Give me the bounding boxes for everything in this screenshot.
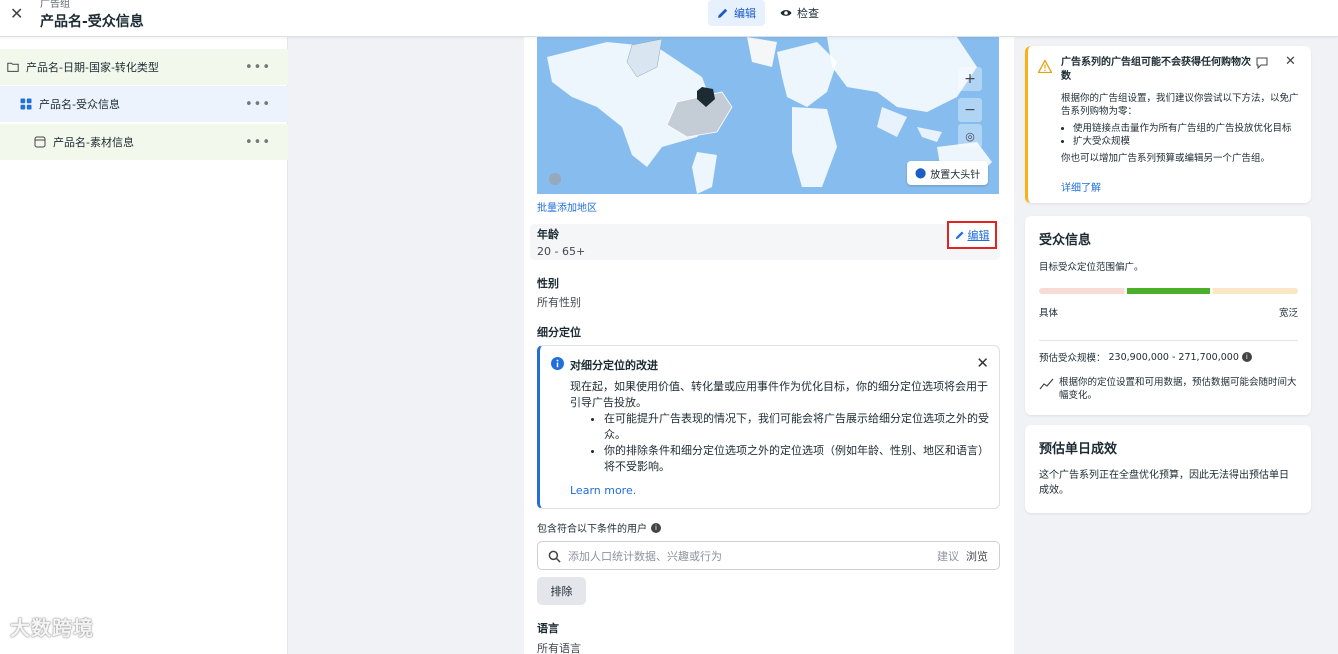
zoom-in-button[interactable]: +: [958, 67, 982, 91]
page-title: 产品名-受众信息: [40, 14, 144, 30]
targeting-search: 建议 浏览: [537, 541, 1000, 570]
notice-bullets: 在可能提升广告表现的情况下，我们可能会将广告展示给细分定位选项之外的受众。 你的…: [604, 411, 990, 475]
folder-icon: [7, 61, 19, 73]
notice-bullet: 在可能提升广告表现的情况下，我们可能会将广告展示给细分定位选项之外的受众。: [604, 411, 990, 443]
trend-icon: [1039, 378, 1054, 390]
purchase-warning-card: 广告系列的广告组可能不会获得任何购物次数 ✕ 根据你的广告组设置，我们建议你尝试…: [1025, 46, 1311, 203]
age-label: 年龄: [537, 228, 559, 241]
edit-age-label: 编辑: [967, 229, 990, 242]
divider: [1039, 340, 1298, 341]
daily-results-title: 预估单日成效: [1039, 442, 1118, 457]
targeting-notice: 对细分定位的改进 ✕ 现在起，如果使用价值、转化量或应用事件作为优化目标，你的细…: [537, 345, 1000, 509]
search-icon: [548, 550, 561, 563]
estimate-label: 预估受众规模：: [1039, 353, 1106, 364]
daily-results-body: 这个广告系列正在全盘优化预算，因此无法得出预估单日成效。: [1039, 470, 1289, 496]
info-icon: [549, 173, 561, 185]
more-options-icon[interactable]: •••: [245, 97, 271, 112]
notice-body: 现在起，如果使用价值、转化量或应用事件作为优化目标，你的细分定位选项将会用于引导…: [570, 379, 990, 475]
exclude-button[interactable]: 排除: [537, 577, 586, 605]
age-value: 20 - 65+: [537, 245, 586, 258]
meter-left-label: 具体: [1039, 308, 1059, 319]
warning-footer: 你也可以增加广告系列预算或编辑另一个广告组。: [1061, 153, 1271, 164]
warning-bullets: 使用链接点击量作为所有广告组的广告投放优化目标 扩大受众规模: [1073, 122, 1306, 148]
info-icon[interactable]: i: [651, 522, 661, 533]
notice-bullet: 你的排除条件和细分定位选项之外的定位选项（例如年龄、性别、地区和语言）将不受影响…: [604, 443, 990, 475]
warning-title: 广告系列的广告组可能不会获得任何购物次数: [1061, 57, 1251, 82]
watermark-text: 大数跨境: [10, 616, 94, 640]
include-users-text: 包含符合以下条件的用户: [537, 524, 647, 535]
more-options-icon[interactable]: •••: [245, 135, 271, 150]
zoom-out-button[interactable]: −: [958, 98, 982, 122]
audience-breadth-text: 目标受众定位范围偏广。: [1039, 262, 1144, 273]
warning-bullet: 使用链接点击量作为所有广告组的广告投放优化目标: [1073, 122, 1306, 135]
bulk-add-locations-link[interactable]: 批量添加地区: [537, 199, 597, 214]
close-icon[interactable]: ✕: [10, 4, 23, 23]
browse-link[interactable]: 浏览: [966, 548, 988, 564]
eye-icon: [780, 10, 792, 16]
estimate-note: 根据你的定位设置和可用数据，预估数据可能会随时间大幅变化。: [1059, 377, 1297, 401]
feedback-icon[interactable]: [1256, 57, 1268, 69]
ad-icon: [34, 136, 46, 148]
targeting-search-input[interactable]: [568, 547, 918, 565]
warning-bullet: 扩大受众规模: [1073, 135, 1306, 148]
age-row: [530, 224, 1000, 260]
watermark-logo: 大数跨境: [10, 612, 94, 641]
audience-breadth-meter: [1039, 288, 1298, 294]
warning-learn-more-link[interactable]: 详细了解: [1061, 179, 1101, 194]
info-icon[interactable]: i: [1241, 352, 1252, 362]
more-options-icon[interactable]: •••: [245, 60, 271, 75]
notice-intro: 现在起，如果使用价值、转化量或应用事件作为优化目标，你的细分定位选项将会用于引导…: [570, 380, 988, 409]
audience-definition-card: 受众信息 目标受众定位范围偏广。 具体 宽泛 预估受众规模： 230,900,0…: [1025, 216, 1311, 415]
info-icon: [551, 357, 564, 370]
pin-icon: ⬤: [915, 167, 927, 179]
drop-pin-button[interactable]: ⬤ 放置大头针: [907, 161, 989, 185]
breadcrumb: 广告组: [40, 0, 70, 10]
tree-item-adset[interactable]: 产品名-受众信息 •••: [0, 86, 288, 122]
gender-value: 所有性别: [537, 296, 581, 309]
notice-title: 对细分定位的改进: [570, 359, 658, 372]
pencil-icon: [955, 231, 963, 240]
daily-results-card: 预估单日成效 这个广告系列正在全盘优化预算，因此无法得出预估单日成效。: [1025, 425, 1311, 513]
pencil-icon: [718, 8, 728, 18]
estimated-audience-size: 预估受众规模： 230,900,000 - 271,700,000 i: [1039, 350, 1252, 364]
include-users-label: 包含符合以下条件的用户 i: [537, 520, 661, 535]
tab-edit-label: 编辑: [734, 7, 756, 20]
tab-review[interactable]: 检查: [771, 0, 828, 26]
warning-icon: [1038, 60, 1052, 73]
edit-age-button[interactable]: 编辑: [947, 221, 997, 249]
tab-edit[interactable]: 编辑: [708, 0, 765, 26]
mode-tabs: 编辑 检查: [708, 0, 828, 26]
tree-item-campaign[interactable]: 产品名-日期-国家-转化类型 •••: [0, 49, 288, 85]
detailed-targeting-label: 细分定位: [537, 326, 581, 339]
tree-item-label: 产品名-日期-国家-转化类型: [26, 61, 159, 74]
warning-body: 根据你的广告组设置，我们建议你尝试以下方法，以免广告系列购物为零： 使用链接点击…: [1061, 92, 1306, 165]
suggest-link[interactable]: 建议: [937, 548, 959, 564]
close-icon[interactable]: ✕: [1285, 54, 1296, 69]
close-icon[interactable]: ✕: [976, 354, 989, 372]
meter-right-label: 宽泛: [1278, 308, 1298, 319]
tab-review-label: 检查: [797, 7, 819, 20]
estimate-value: 230,900,000 - 271,700,000: [1108, 351, 1239, 363]
grid-icon: [20, 98, 32, 110]
language-value: 所有语言: [537, 642, 581, 654]
warning-intro: 根据你的广告组设置，我们建议你尝试以下方法，以免广告系列购物为零：: [1061, 93, 1299, 117]
top-bar: ✕ 广告组 产品名-受众信息 编辑 检查: [0, 0, 1338, 37]
audience-card-title: 受众信息: [1039, 233, 1092, 248]
tree-item-ad[interactable]: 产品名-素材信息 •••: [0, 124, 288, 160]
learn-more-link[interactable]: Learn more.: [570, 484, 636, 497]
drop-pin-label: 放置大头针: [930, 169, 981, 181]
language-label: 语言: [537, 622, 559, 635]
tree-item-label: 产品名-受众信息: [39, 98, 120, 111]
tree-item-label: 产品名-素材信息: [53, 136, 134, 149]
locate-icon[interactable]: ◎: [958, 124, 982, 148]
gender-label: 性别: [537, 277, 559, 290]
